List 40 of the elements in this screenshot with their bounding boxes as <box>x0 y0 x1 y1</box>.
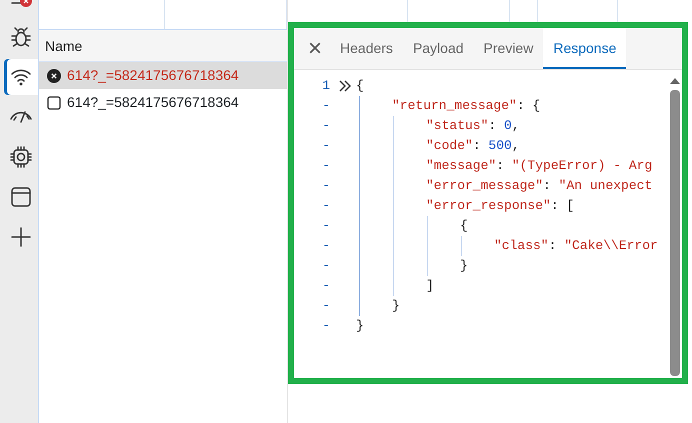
line-number: - <box>321 137 331 156</box>
line-number: - <box>321 277 331 296</box>
code-line: } <box>392 297 400 316</box>
code-line: "code": 500, <box>426 137 520 156</box>
line-number: - <box>321 157 331 176</box>
request-row[interactable]: 614?_=5824175676718364 <box>39 89 287 116</box>
document-icon <box>47 96 61 110</box>
code-line: "error_message": "An unexpect <box>426 177 652 196</box>
line-number: - <box>321 177 331 196</box>
line-number: - <box>321 217 331 236</box>
code-line: "class": "Cake\\Error <box>494 237 658 256</box>
code-line: "error_response": [ <box>426 197 574 216</box>
tab[interactable]: Response <box>543 28 626 69</box>
error-icon <box>47 68 61 82</box>
column-header[interactable]: Name <box>39 30 287 62</box>
code-line: "return_message": { <box>392 97 540 116</box>
line-number: - <box>321 117 331 136</box>
request-row[interactable]: 614?_=5824175676718364 <box>39 62 287 89</box>
tab[interactable]: Payload <box>402 28 474 69</box>
line-number: - <box>321 97 331 116</box>
wifi-icon[interactable] <box>4 59 38 95</box>
code-line: } <box>460 257 468 276</box>
line-number: - <box>321 297 331 316</box>
code-line: } <box>356 317 364 336</box>
line-number: - <box>321 237 331 256</box>
tab[interactable]: Preview <box>474 28 544 69</box>
code-line: "message": "(TypeError) - Arg <box>426 157 652 176</box>
code-line: { <box>356 77 364 96</box>
scrollbar-thumb[interactable] <box>670 90 680 376</box>
scroll-up-icon[interactable] <box>670 78 680 84</box>
line-number: - <box>321 197 331 216</box>
line-number: - <box>321 317 331 336</box>
code-line: ] <box>426 277 434 296</box>
expand-icon[interactable] <box>338 80 352 92</box>
line-number: - <box>321 257 331 276</box>
code-line: "status": 0, <box>426 117 520 136</box>
code-line: { <box>460 217 468 236</box>
close-button[interactable]: × <box>300 28 330 69</box>
line-number: 1 <box>321 77 331 96</box>
tab[interactable]: Headers <box>330 28 403 69</box>
